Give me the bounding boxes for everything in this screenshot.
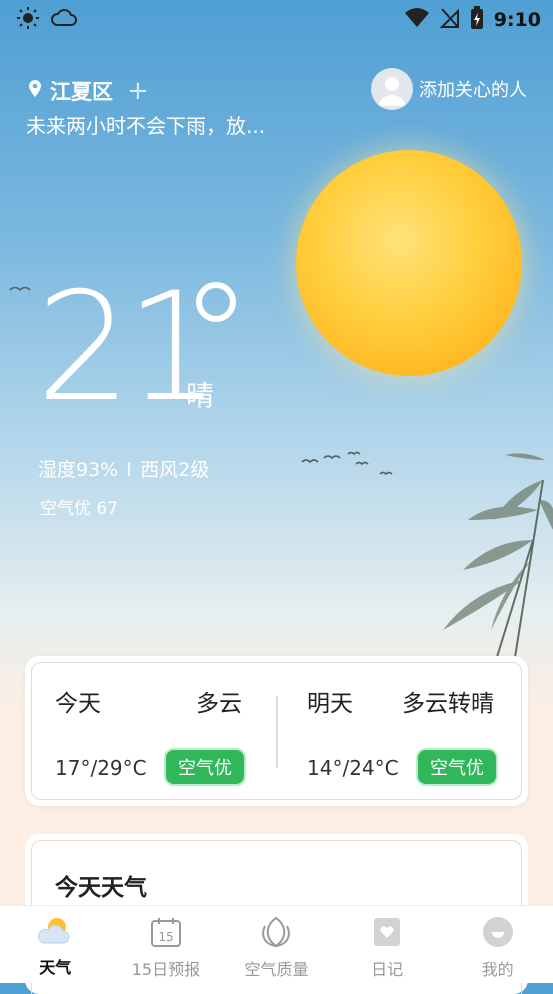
svg-text:15: 15 (158, 930, 173, 944)
separator (128, 461, 131, 476)
nav-weather[interactable]: 天气 (0, 906, 111, 983)
day-name: 明天 (307, 691, 353, 717)
sun-illustration (296, 150, 522, 376)
nav-diary[interactable]: 日记 (332, 906, 443, 983)
day-divider (276, 696, 278, 768)
rain-forecast-text[interactable]: 未来两小时不会下雨，放... (26, 110, 265, 139)
day-name: 今天 (55, 691, 101, 717)
nav-label: 日记 (371, 960, 404, 979)
status-time: 9:10 (493, 9, 541, 31)
day-temp-range: 17°/29°C (55, 756, 147, 780)
location-selector[interactable]: 江夏区 + (28, 76, 149, 106)
no-sim-icon (439, 7, 460, 33)
current-aqi[interactable]: 空气优 67 (40, 494, 118, 519)
day-temp-range: 14°/24°C (307, 756, 399, 780)
diary-icon (370, 916, 404, 952)
degree-symbol (196, 282, 236, 322)
tomorrow-forecast[interactable]: 明天 多云转晴 14°/24°C 空气优 (283, 656, 518, 806)
nav-air-quality[interactable]: 空气质量 (221, 906, 332, 983)
add-care-label: 添加关心的人 (419, 80, 527, 101)
two-day-forecast-card[interactable]: 今天 多云 17°/29°C 空气优 明天 多云转晴 14°/24°C 空气优 (25, 656, 528, 806)
weather-icon (37, 916, 73, 950)
day-condition: 多云 (196, 691, 242, 717)
add-care-button[interactable]: 添加关心的人 (371, 68, 527, 110)
status-bar: 9:10 (0, 0, 553, 40)
location-name: 江夏区 (50, 80, 113, 104)
avatar (371, 68, 413, 110)
humidity: 湿度93% (38, 459, 119, 481)
sun-status-icon (16, 6, 40, 34)
cloud-status-icon (50, 6, 78, 34)
nav-profile[interactable]: 我的 (442, 906, 553, 983)
nav-15day[interactable]: 15 15日预报 (111, 906, 222, 983)
nav-label: 15日预报 (131, 960, 201, 979)
today-weather-title: 今天天气 (55, 875, 147, 901)
current-condition: 晴 (186, 379, 215, 412)
today-forecast[interactable]: 今天 多云 17°/29°C 空气优 (31, 656, 266, 806)
battery-icon (470, 6, 484, 34)
nav-label: 天气 (39, 958, 72, 977)
humidity-wind-row: 湿度93% 西风2级 (38, 455, 209, 482)
day-condition: 多云转晴 (402, 691, 494, 717)
nav-label: 空气质量 (244, 960, 309, 979)
profile-icon (481, 916, 515, 952)
nav-label: 我的 (481, 960, 514, 979)
aqi-badge: 空气优 (416, 748, 498, 786)
bottom-navigation: 天气 15 15日预报 空气质量 日记 我的 (0, 905, 553, 983)
location-pin-icon (28, 80, 42, 102)
wifi-icon (404, 7, 430, 33)
aqi-badge: 空气优 (164, 748, 246, 786)
leaf-icon (259, 916, 293, 952)
bamboo-illustration (443, 453, 553, 670)
wind: 西风2级 (140, 459, 210, 481)
calendar-15-icon: 15 (149, 916, 183, 952)
add-location-button[interactable]: + (127, 78, 149, 104)
